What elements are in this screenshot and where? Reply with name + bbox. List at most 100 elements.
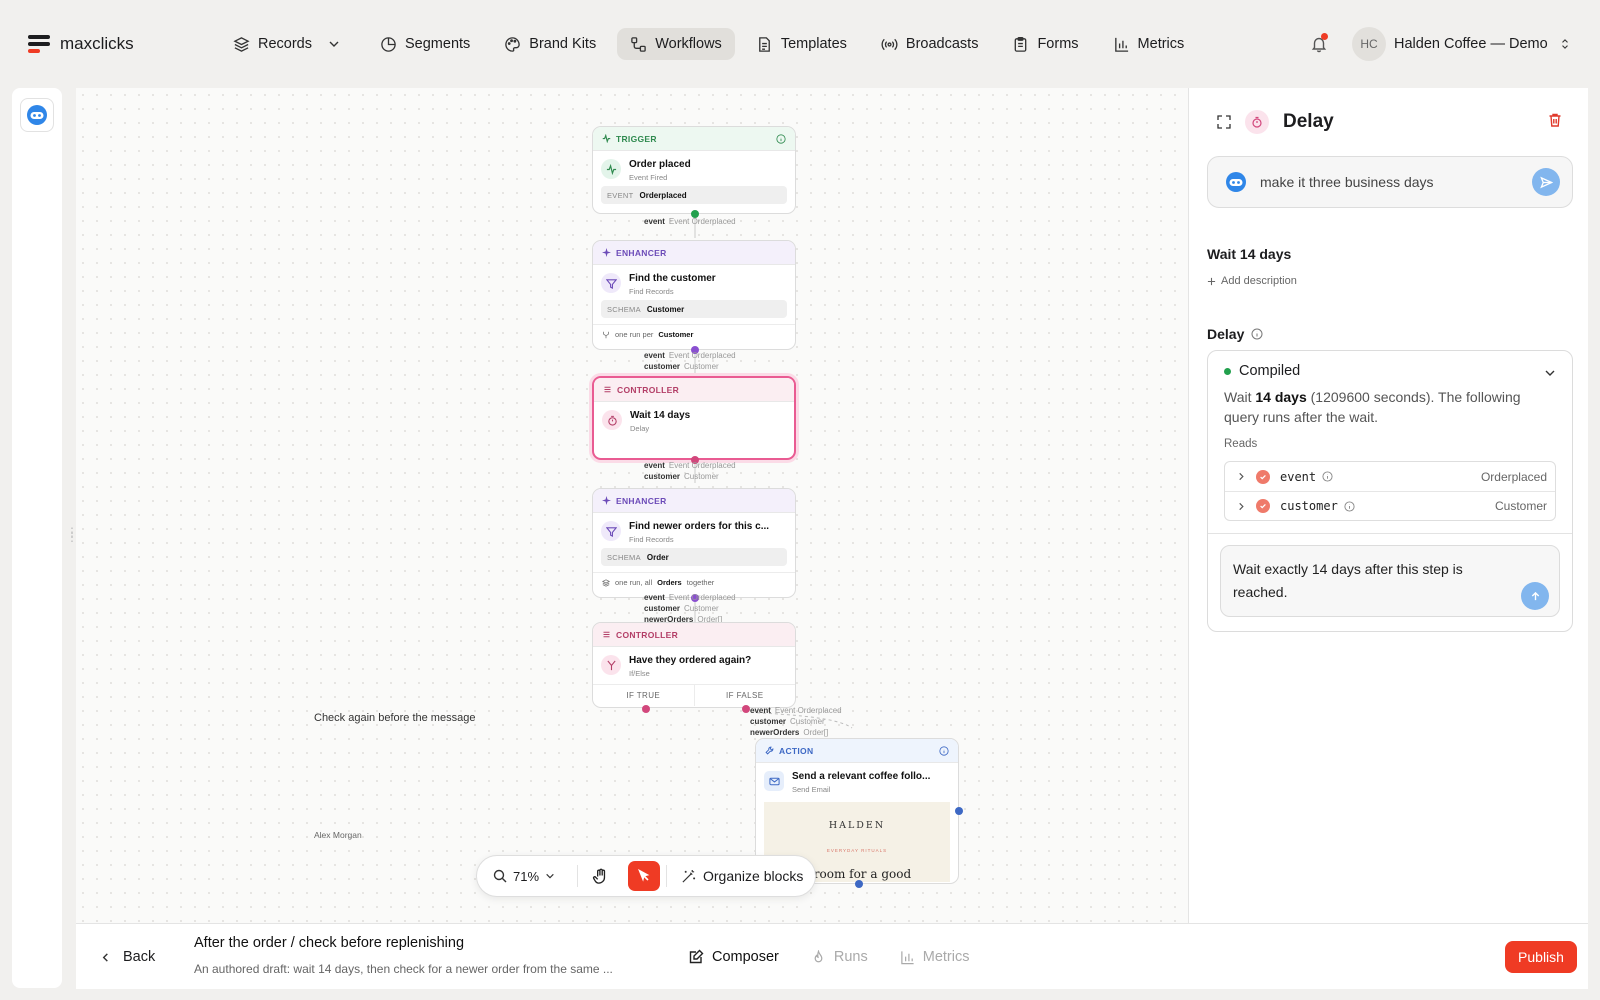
assistant-button[interactable] bbox=[20, 98, 54, 132]
add-description-label: Add description bbox=[1221, 275, 1297, 287]
tab-runs[interactable]: Runs bbox=[811, 949, 868, 965]
publish-button[interactable]: Publish bbox=[1505, 941, 1577, 973]
canvas-note[interactable]: Check again before the message bbox=[314, 712, 475, 724]
node-if-else[interactable]: CONTROLLER Have they ordered again? If/E… bbox=[592, 622, 796, 708]
collapse-button[interactable] bbox=[1544, 367, 1556, 379]
account-switcher[interactable]: HC Halden Coffee — Demo bbox=[1352, 27, 1570, 61]
node-run-mode: one run per Customer bbox=[593, 324, 795, 344]
node-find-orders-header: ENHANCER bbox=[593, 489, 795, 513]
branch-if-true[interactable]: IF TRUE bbox=[593, 685, 694, 706]
reads-table: event Orderplaced customer Customer bbox=[1224, 461, 1556, 521]
read-type: Orderplaced bbox=[1480, 469, 1547, 484]
chevron-right-icon bbox=[1237, 472, 1246, 481]
read-row-customer[interactable]: customer Customer bbox=[1225, 491, 1555, 520]
node-title: Send a relevant coffee follo... bbox=[792, 771, 931, 782]
nav-segments[interactable]: Segments bbox=[367, 28, 483, 60]
delay-section-label: Delay bbox=[1207, 326, 1263, 342]
cursor-icon bbox=[637, 869, 651, 883]
info-icon[interactable] bbox=[1344, 500, 1355, 512]
node-title: Wait 14 days bbox=[630, 410, 691, 421]
search-icon bbox=[493, 869, 507, 883]
nav-records-label: Records bbox=[258, 36, 312, 52]
nav-metrics[interactable]: Metrics bbox=[1100, 28, 1198, 60]
workflow-icon bbox=[630, 36, 647, 53]
select-tool-button[interactable] bbox=[628, 861, 660, 891]
node-io-list: event Event Orderplaced customer Customer … bbox=[644, 593, 736, 624]
node-wait-delay[interactable]: CONTROLLER Wait 14 days Delay bbox=[592, 376, 796, 460]
node-subtitle: If/Else bbox=[629, 669, 650, 678]
notifications-button[interactable] bbox=[1308, 33, 1330, 55]
read-row-event[interactable]: event Orderplaced bbox=[1225, 462, 1555, 491]
chevron-down-icon bbox=[545, 871, 555, 881]
node-find-customer[interactable]: ENHANCER Find the customer Find Records … bbox=[592, 240, 796, 350]
palette-icon bbox=[504, 36, 521, 53]
expand-icon[interactable] bbox=[1217, 115, 1231, 129]
read-type: Customer bbox=[1494, 499, 1547, 513]
read-variable: customer bbox=[1280, 499, 1338, 513]
nav-forms-label: Forms bbox=[1037, 36, 1079, 52]
clipboard-icon bbox=[1012, 36, 1029, 53]
step-name[interactable]: Wait 14 days bbox=[1207, 246, 1291, 262]
workflow-title[interactable]: After the order / check before replenish… bbox=[194, 935, 464, 951]
bar-chart-icon bbox=[1113, 36, 1130, 53]
back-button[interactable]: Back bbox=[100, 924, 155, 990]
nav-broadcasts[interactable]: Broadcasts bbox=[868, 28, 992, 60]
nav-templates[interactable]: Templates bbox=[743, 28, 860, 60]
branch-if-false[interactable]: IF FALSE bbox=[693, 685, 796, 706]
chevron-down-icon bbox=[1544, 367, 1556, 379]
layers-icon bbox=[233, 36, 250, 53]
ai-edit-input[interactable]: make it three business days bbox=[1207, 156, 1573, 208]
info-icon[interactable] bbox=[776, 133, 786, 144]
zoom-control[interactable]: 71% bbox=[477, 869, 577, 884]
chevron-up-down-icon bbox=[1560, 38, 1570, 50]
timer-icon bbox=[1245, 110, 1269, 134]
false-branch-port[interactable] bbox=[742, 705, 750, 713]
pan-tool-button[interactable] bbox=[578, 868, 622, 885]
organize-blocks-button[interactable]: Organize blocks bbox=[667, 868, 803, 884]
nav-forms[interactable]: Forms bbox=[999, 28, 1091, 60]
delay-prompt-text: Wait exactly 14 days after this step is … bbox=[1233, 561, 1463, 600]
account-name: Halden Coffee — Demo bbox=[1394, 36, 1548, 52]
workflow-canvas[interactable]: TRIGGER Order placed Event Fired EVENT Or… bbox=[76, 88, 1188, 923]
node-send-email-header: ACTION bbox=[756, 739, 958, 763]
app-name: maxclicks bbox=[60, 34, 134, 53]
node-trigger[interactable]: TRIGGER Order placed Event Fired EVENT Or… bbox=[592, 126, 796, 214]
node-kind-label: ACTION bbox=[779, 745, 814, 756]
nav-workflows[interactable]: Workflows bbox=[617, 28, 735, 60]
side-port[interactable] bbox=[955, 807, 963, 815]
info-icon[interactable] bbox=[1251, 328, 1263, 340]
top-bar: maxclicks Records Segments Brand Kits Wo… bbox=[0, 0, 1600, 88]
notification-dot bbox=[1321, 33, 1328, 40]
nav-records[interactable]: Records bbox=[220, 28, 353, 60]
chevron-left-icon bbox=[100, 952, 111, 963]
info-icon[interactable] bbox=[1322, 471, 1333, 482]
nav-segments-label: Segments bbox=[405, 36, 471, 52]
info-icon[interactable] bbox=[939, 745, 949, 756]
submit-prompt-button[interactable] bbox=[1521, 582, 1549, 610]
delete-step-button[interactable] bbox=[1547, 112, 1563, 128]
true-branch-port[interactable] bbox=[642, 705, 650, 713]
node-io-list: event Event Orderplaced customer Customer … bbox=[750, 706, 842, 737]
nav-brand-kits[interactable]: Brand Kits bbox=[491, 28, 609, 60]
delay-prompt-input[interactable]: Wait exactly 14 days after this step is … bbox=[1220, 545, 1560, 617]
logo-mark-icon bbox=[28, 34, 52, 54]
node-subtitle: Send Email bbox=[792, 785, 831, 794]
add-description-button[interactable]: Add description bbox=[1207, 275, 1297, 287]
node-find-orders[interactable]: ENHANCER Find newer orders for this c...… bbox=[592, 488, 796, 598]
node-if-else-header: CONTROLLER bbox=[593, 623, 795, 647]
ai-edit-input-value: make it three business days bbox=[1260, 174, 1434, 190]
arrow-up-icon bbox=[1530, 591, 1541, 602]
view-tabs: Composer Runs Metrics bbox=[688, 924, 969, 990]
node-subtitle: Find Records bbox=[629, 287, 674, 296]
node-pill: SCHEMA Order bbox=[601, 548, 787, 566]
output-port[interactable] bbox=[855, 880, 863, 888]
tab-composer[interactable]: Composer bbox=[688, 949, 779, 965]
chevron-down-icon bbox=[328, 38, 340, 50]
composer-icon bbox=[688, 949, 704, 965]
app-logo[interactable]: maxclicks bbox=[28, 34, 134, 54]
status-dot bbox=[1224, 367, 1231, 375]
main-nav: Records Segments Brand Kits Workflows Te… bbox=[220, 28, 1197, 60]
check-icon bbox=[1256, 469, 1270, 484]
tab-metrics[interactable]: Metrics bbox=[900, 949, 969, 965]
send-button[interactable] bbox=[1532, 168, 1560, 196]
